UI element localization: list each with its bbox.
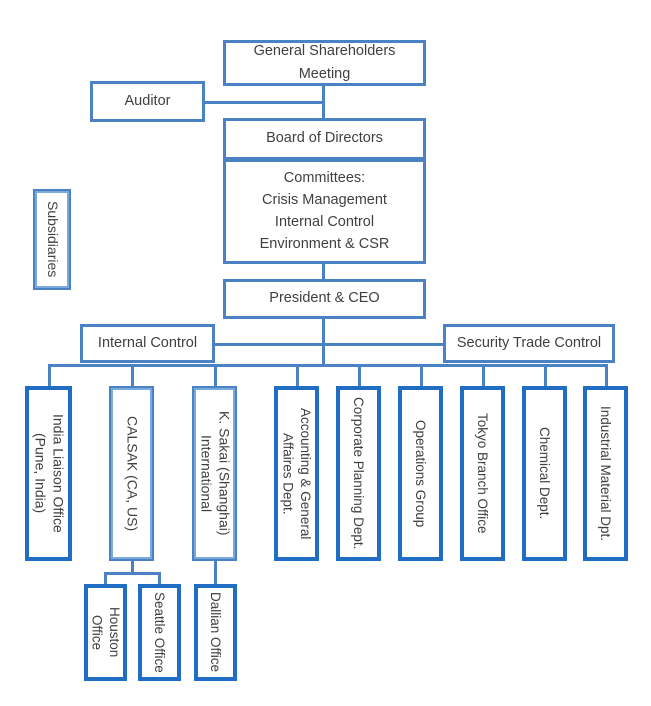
node-industrial-material-dept-label: Industrial Material Dpt. xyxy=(598,405,614,542)
node-chemical-dept-label: Chemical Dept. xyxy=(537,427,553,520)
node-committees[interactable]: Committees: Crisis Management Internal C… xyxy=(223,159,426,264)
committee-item-internal-control: Internal Control xyxy=(274,214,375,230)
connector-board-to-president xyxy=(322,263,325,280)
node-dallian-office-label: Dallian Office xyxy=(208,592,224,673)
node-calsak[interactable]: CALSAK (CA, US) xyxy=(109,386,154,561)
committees-content: Committees: Crisis Management Internal C… xyxy=(260,167,390,256)
connector-drop-india-liaison-office xyxy=(48,364,51,386)
node-tokyo-branch-office[interactable]: Tokyo Branch Office xyxy=(460,386,505,561)
node-industrial-material-dept[interactable]: Industrial Material Dpt. xyxy=(583,386,628,561)
node-security-trade-control[interactable]: Security Trade Control xyxy=(443,324,615,363)
shareholders-line-1: General Shareholders xyxy=(253,43,396,60)
node-india-liaison-office-label: India Liaison Office (Pune, India) xyxy=(32,414,67,533)
connector-drop-industrial-material-dept xyxy=(605,364,608,386)
committees-heading: Committees: xyxy=(283,169,366,186)
node-houston-office[interactable]: Houston Office xyxy=(84,584,127,681)
node-houston-office-label: Houston Office xyxy=(89,607,122,658)
node-india-liaison-office[interactable]: India Liaison Office (Pune, India) xyxy=(25,386,72,561)
node-accounting-general-affaires-dept-label: Accounting & General Affaires Dept. xyxy=(280,407,313,540)
node-operations-group-label: Operations Group xyxy=(413,419,429,528)
connector-drop-accounting-general-affaires-dept xyxy=(296,364,299,386)
connector-calsak-suboffice-bar xyxy=(104,572,161,575)
committee-item-crisis-management: Crisis Management xyxy=(262,191,387,208)
connector-drop-corporate-planning-dept xyxy=(358,364,361,386)
node-internal-control-label: Internal Control xyxy=(97,334,198,351)
node-corporate-planning-dept[interactable]: Corporate Planning Dept. xyxy=(336,386,381,561)
connector-security-trade-to-trunk xyxy=(322,343,444,346)
node-k-sakai-shanghai-label: K. Sakai (Shanghai) International xyxy=(198,411,233,536)
node-tokyo-branch-office-label: Tokyo Branch Office xyxy=(475,413,491,534)
node-board-of-directors[interactable]: Board of Directors xyxy=(223,118,426,160)
node-chemical-dept[interactable]: Chemical Dept. xyxy=(522,386,567,561)
node-board-of-directors-label: Board of Directors xyxy=(266,130,383,147)
connector-drop-tokyo-branch-office xyxy=(482,364,485,386)
node-k-sakai-shanghai[interactable]: K. Sakai (Shanghai) International xyxy=(192,386,237,561)
node-corporate-planning-dept-label: Corporate Planning Dept. xyxy=(351,397,367,550)
connector-drop-chemical-dept xyxy=(544,364,547,386)
committee-item-environment-csr: Environment & CSR xyxy=(259,236,390,253)
connector-president-to-staffbar xyxy=(322,318,325,364)
legend-subsidiaries-box: Subsidiaries xyxy=(33,189,71,290)
node-general-shareholders-meeting-label: General Shareholders Meeting xyxy=(254,41,396,85)
org-chart: Subsidiaries General Shareholders Meetin… xyxy=(0,0,651,706)
node-president-ceo[interactable]: President & CEO xyxy=(223,279,426,319)
node-auditor[interactable]: Auditor xyxy=(90,81,205,122)
node-internal-control[interactable]: Internal Control xyxy=(80,324,215,363)
shareholders-line-2: Meeting xyxy=(298,65,351,82)
node-seattle-office-label: Seattle Office xyxy=(152,592,168,673)
connector-internal-control-to-trunk xyxy=(214,343,325,346)
connector-drop-calsak xyxy=(131,364,134,386)
connector-auditor-to-trunk xyxy=(204,101,325,104)
node-operations-group[interactable]: Operations Group xyxy=(398,386,443,561)
node-seattle-office[interactable]: Seattle Office xyxy=(138,584,181,681)
node-calsak-label: CALSAK (CA, US) xyxy=(124,415,141,532)
connector-drop-k-sakai-shanghai xyxy=(214,364,217,386)
node-general-shareholders-meeting[interactable]: General Shareholders Meeting xyxy=(223,40,426,86)
connector-drop-dallian-office xyxy=(214,561,217,585)
node-president-ceo-label: President & CEO xyxy=(269,290,380,307)
legend-subsidiaries-label: Subsidiaries xyxy=(44,201,61,278)
node-accounting-general-affaires-dept[interactable]: Accounting & General Affaires Dept. xyxy=(274,386,319,561)
node-auditor-label: Auditor xyxy=(124,92,171,109)
node-dallian-office[interactable]: Dallian Office xyxy=(194,584,237,681)
connector-drop-operations-group xyxy=(420,364,423,386)
node-security-trade-control-label: Security Trade Control xyxy=(456,334,602,351)
